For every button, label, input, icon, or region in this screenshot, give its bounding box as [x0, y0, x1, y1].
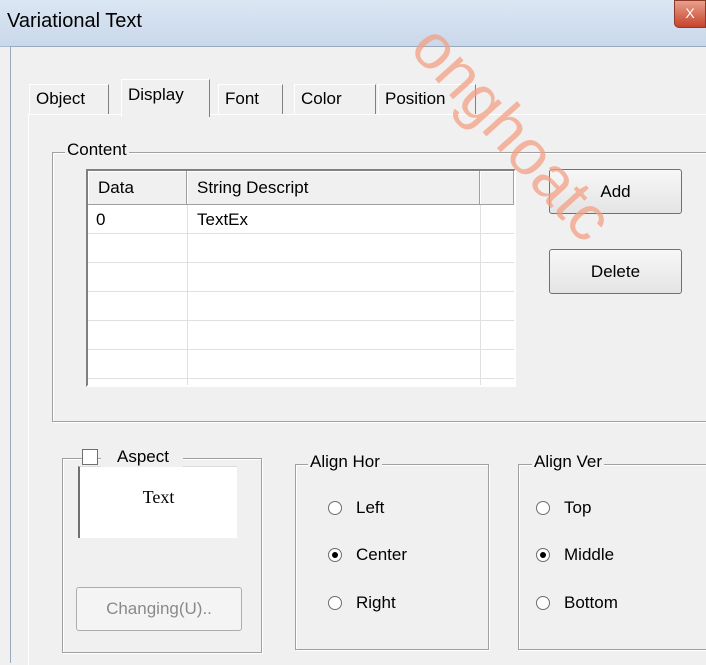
tab-position[interactable]: Position	[378, 84, 476, 114]
table-row[interactable]: 0 TextEx	[88, 205, 514, 234]
tab-label: Font	[225, 89, 260, 108]
align-center-label: Center	[356, 545, 408, 564]
table-row[interactable]	[88, 292, 514, 321]
changing-button[interactable]: Changing(U)..	[76, 587, 242, 631]
window-title: Variational Text	[7, 10, 142, 32]
preview-text: Text	[142, 487, 175, 507]
column-header-string-descript[interactable]: String Descript	[187, 171, 480, 205]
tab-object[interactable]: Object	[29, 84, 109, 114]
align-bottom-label: Bottom	[564, 593, 618, 612]
align-top-label: Top	[564, 498, 592, 517]
tab-font[interactable]: Font	[218, 84, 283, 114]
column-header-data[interactable]: Data	[88, 171, 187, 205]
cell-data: 0	[96, 210, 106, 229]
table-row[interactable]	[88, 234, 514, 263]
aspect-label: Aspect	[101, 447, 183, 467]
align-left-label: Left	[356, 498, 385, 517]
align-middle-radio[interactable]	[536, 548, 550, 562]
tab-display[interactable]: Display	[121, 79, 210, 117]
aspect-checkbox[interactable]	[82, 449, 98, 465]
close-icon: X	[685, 5, 695, 21]
align-center-radio[interactable]	[328, 548, 342, 562]
align-bottom-radio[interactable]	[536, 596, 550, 610]
table-row[interactable]	[88, 350, 514, 379]
close-button[interactable]: X	[674, 0, 706, 28]
tab-label: Object	[36, 89, 86, 108]
tab-label: Display	[128, 85, 184, 104]
align-ver-label: Align Ver	[532, 452, 605, 472]
cell-string: TextEx	[197, 210, 249, 229]
align-left-radio[interactable]	[328, 501, 342, 515]
content-list[interactable]: Data String Descript 0 TextEx	[86, 169, 516, 387]
aspect-preview: Text	[78, 466, 237, 538]
align-hor-label: Align Hor	[308, 452, 382, 472]
add-button[interactable]: Add	[549, 169, 682, 214]
tab-label: Position	[385, 89, 446, 108]
tab-color[interactable]: Color	[294, 84, 376, 114]
title-bar: Variational Text X	[0, 0, 706, 47]
align-right-label: Right	[356, 593, 396, 612]
content-group-label: Content	[65, 140, 129, 160]
align-top-radio[interactable]	[536, 501, 550, 515]
delete-button[interactable]: Delete	[549, 249, 682, 294]
column-label: Data	[98, 178, 134, 197]
column-header-empty	[480, 171, 514, 205]
align-right-radio[interactable]	[328, 596, 342, 610]
table-row[interactable]	[88, 321, 514, 350]
column-label: String Descript	[197, 178, 309, 197]
table-row[interactable]	[88, 263, 514, 292]
tab-label: Color	[301, 89, 342, 108]
align-middle-label: Middle	[564, 545, 615, 564]
